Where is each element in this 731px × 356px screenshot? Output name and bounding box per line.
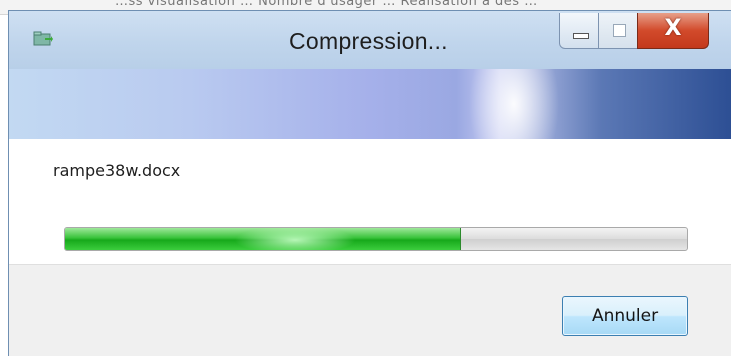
- dialog-content: rampe38w.docx: [9, 139, 731, 264]
- cancel-button[interactable]: Annuler: [562, 296, 688, 336]
- title-bar[interactable]: Compression... X: [9, 11, 731, 69]
- compression-dialog: Compression... X rampe38w.docx Annuler: [8, 10, 731, 356]
- minimize-button[interactable]: [559, 13, 599, 49]
- minimize-icon: [573, 33, 589, 39]
- progress-bar: [64, 227, 688, 251]
- background-window-text: …ss visualisation … Nombre d'usager … Ré…: [115, 0, 538, 9]
- progress-bar-fill: [65, 228, 461, 250]
- animation-banner: [9, 69, 731, 139]
- dialog-footer: Annuler: [9, 264, 731, 356]
- compressed-folder-icon: [33, 31, 53, 47]
- maximize-icon: [613, 24, 626, 37]
- close-icon: X: [664, 16, 682, 41]
- file-name-label: rampe38w.docx: [53, 161, 181, 180]
- window-title: Compression...: [289, 28, 448, 54]
- close-button[interactable]: X: [637, 13, 709, 49]
- maximize-button[interactable]: [598, 13, 638, 49]
